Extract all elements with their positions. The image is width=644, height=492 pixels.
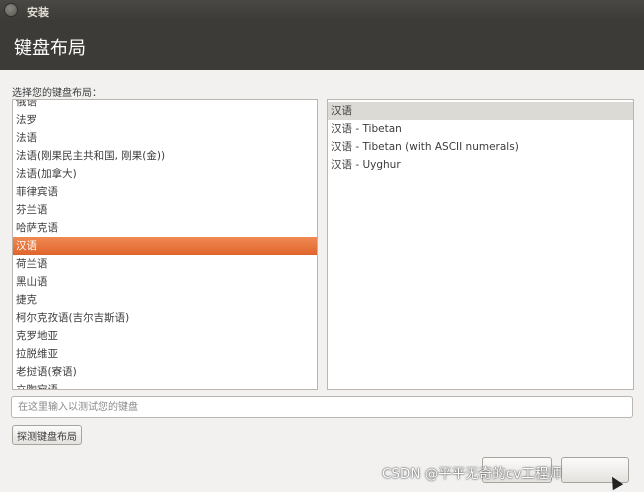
variant-list-item[interactable]: 汉语 - Tibetan (with ASCII numerals) [328, 138, 633, 156]
layout-prompt-label: 选择您的键盘布局： [12, 88, 102, 99]
variant-list-item[interactable]: 汉语 [328, 102, 633, 120]
layout-list-item[interactable]: 克罗地亚 [13, 327, 317, 345]
window-title: 安装 [27, 6, 49, 19]
layout-list-item[interactable]: 哈萨克语 [13, 219, 317, 237]
layout-list-item[interactable]: 法罗 [13, 111, 317, 129]
keyboard-variant-list[interactable]: 汉语 汉语 - Tibetan 汉语 - Tibetan (with ASCII n… [327, 99, 634, 390]
layout-list-item[interactable]: 法语(加拿大) [13, 165, 317, 183]
close-window-icon[interactable] [4, 3, 18, 17]
layout-list-item[interactable]: 立陶宛语 [13, 381, 317, 389]
page-header: 键盘布局 [0, 22, 644, 70]
layout-list-item[interactable]: 黑山语 [13, 273, 317, 291]
variant-list-item[interactable]: 汉语 - Uyghur [328, 156, 633, 174]
page-title: 键盘布局 [14, 38, 86, 59]
layout-list-item[interactable]: 法语(刚果民主共和国, 刚果(金)) [13, 147, 317, 165]
layout-list-item[interactable]: 俄语 [13, 100, 317, 111]
layout-list-item[interactable]: 荷兰语 [13, 255, 317, 273]
layout-list-item[interactable]: 老挝语(寮语) [13, 363, 317, 381]
window-titlebar: 安装 [0, 0, 644, 22]
layout-list-item[interactable]: 法语 [13, 129, 317, 147]
layout-list-item[interactable]: 柯尔克孜语(吉尔吉斯语) [13, 309, 317, 327]
detect-keyboard-layout-button[interactable]: 探测键盘布局 [12, 425, 82, 445]
keyboard-layout-rows: 俄语 法罗 法语 法语(刚果民主共和国, 刚果(金)) 法语(加拿大) 菲律宾语 芬兰语 哈萨… [13, 100, 317, 389]
keyboard-layout-list[interactable]: 俄语 法罗 法语 法语(刚果民主共和国, 刚果(金)) 法语(加拿大) 菲律宾语 芬兰语 哈萨… [12, 99, 318, 390]
layout-list-item[interactable]: 菲律宾语 [13, 183, 317, 201]
layout-list-item[interactable]: 汉语 [13, 237, 317, 255]
back-button[interactable] [482, 457, 552, 483]
keyboard-test-input[interactable] [11, 396, 633, 418]
layout-list-item[interactable]: 捷克 [13, 291, 317, 309]
layout-list-item[interactable]: 芬兰语 [13, 201, 317, 219]
variant-list-item[interactable]: 汉语 - Tibetan [328, 120, 633, 138]
layout-list-item[interactable]: 拉脱维亚 [13, 345, 317, 363]
